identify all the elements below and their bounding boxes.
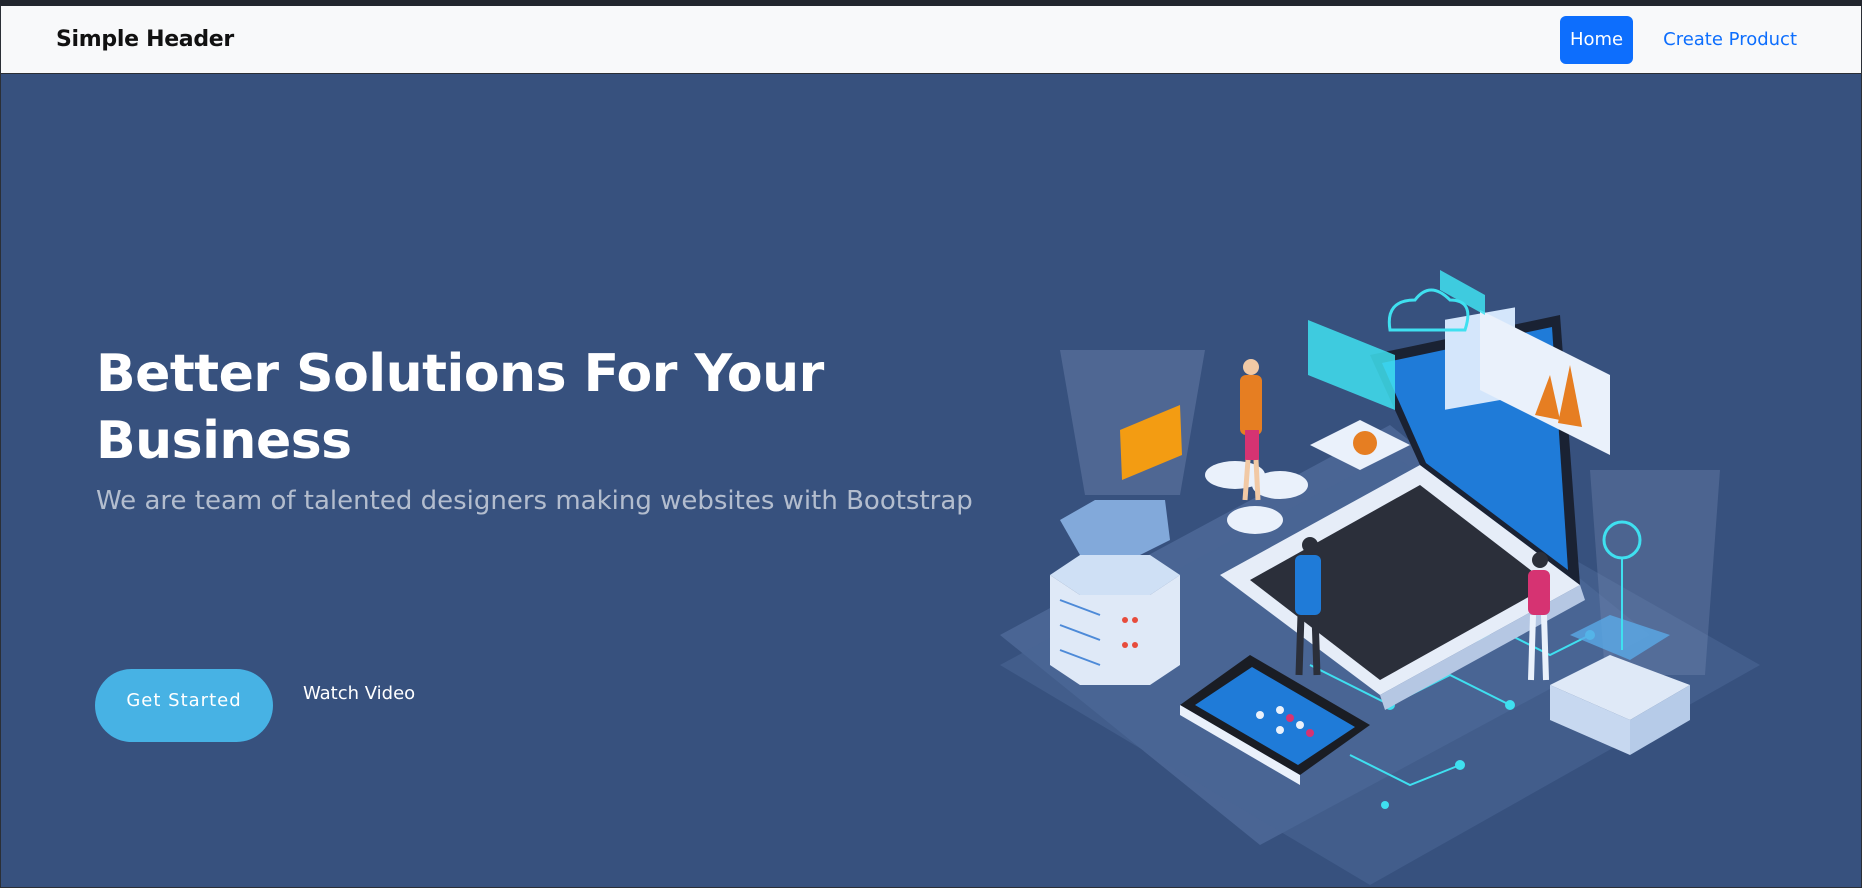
hero-illustration: [1000, 270, 1760, 885]
server-stack-left: [1050, 500, 1180, 685]
navbar-brand[interactable]: Simple Header: [56, 27, 234, 52]
navbar: Simple Header Home Create Product: [0, 6, 1862, 74]
nav-link-home[interactable]: Home: [1559, 15, 1634, 64]
hero-subtitle: We are team of talented designers making…: [96, 486, 973, 516]
nav-links: Home Create Product: [1559, 15, 1806, 64]
hero-title: Better Solutions For Your Business: [96, 344, 824, 471]
nav-link-create-product[interactable]: Create Product: [1645, 16, 1815, 64]
get-started-button[interactable]: Get Started: [95, 669, 273, 742]
watch-video-link[interactable]: Watch Video: [303, 683, 415, 704]
